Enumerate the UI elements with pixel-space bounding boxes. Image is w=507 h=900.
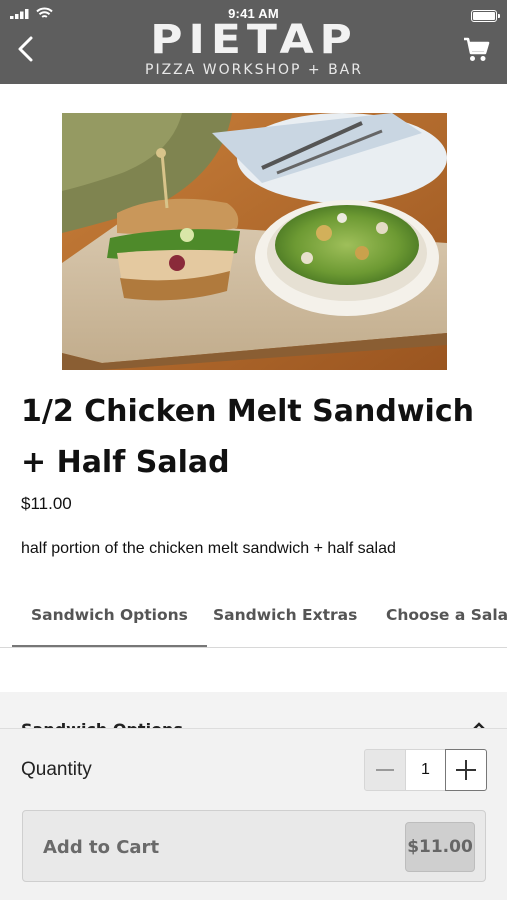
minus-icon bbox=[376, 769, 394, 771]
tab-choose-a-salad[interactable]: Choose a Sala bbox=[386, 588, 507, 647]
brand-logo: PIETAP PIZZA WORKSHOP + BAR bbox=[120, 18, 388, 78]
cart-button[interactable] bbox=[461, 36, 491, 64]
add-to-cart-label: Add to Cart bbox=[43, 837, 160, 858]
brand-tagline: PIZZA WORKSHOP + BAR bbox=[145, 62, 363, 78]
shopping-cart-icon bbox=[464, 37, 490, 61]
plus-icon bbox=[456, 760, 476, 780]
tab-sandwich-options[interactable]: Sandwich Options bbox=[12, 588, 207, 647]
tab-label: Choose a Sala bbox=[386, 606, 507, 624]
tab-label: Sandwich Options bbox=[31, 606, 188, 624]
quantity-label: Quantity bbox=[21, 759, 92, 780]
brand-name: PIETAP bbox=[150, 16, 358, 63]
tab-label: Sandwich Extras bbox=[213, 606, 358, 624]
add-to-cart-button[interactable]: Add to Cart $11.00 bbox=[22, 810, 486, 882]
cart-sheet: Quantity 1 Add to Cart $11.00 bbox=[0, 728, 507, 900]
option-tabs: Sandwich Options Sandwich Extras Choose … bbox=[0, 588, 507, 648]
increment-button[interactable] bbox=[445, 749, 487, 791]
product-price: $11.00 bbox=[21, 494, 72, 513]
back-button[interactable] bbox=[12, 32, 40, 66]
tab-sandwich-extras[interactable]: Sandwich Extras bbox=[213, 588, 358, 647]
chevron-left-icon bbox=[18, 36, 33, 62]
decrement-button[interactable] bbox=[364, 749, 406, 791]
product-image bbox=[62, 113, 447, 370]
active-tab-indicator bbox=[12, 645, 207, 647]
product-description: half portion of the chicken melt sandwic… bbox=[21, 540, 396, 557]
battery-icon bbox=[471, 10, 500, 22]
app-header: 9:41 AM PIETAP PIZZA WORKSHOP + BAR bbox=[0, 0, 507, 84]
add-to-cart-price: $11.00 bbox=[405, 822, 475, 872]
quantity-value[interactable]: 1 bbox=[406, 749, 445, 791]
quantity-stepper: 1 bbox=[364, 749, 487, 791]
product-title: 1/2 Chicken Melt Sandwich + Half Salad bbox=[21, 394, 474, 480]
